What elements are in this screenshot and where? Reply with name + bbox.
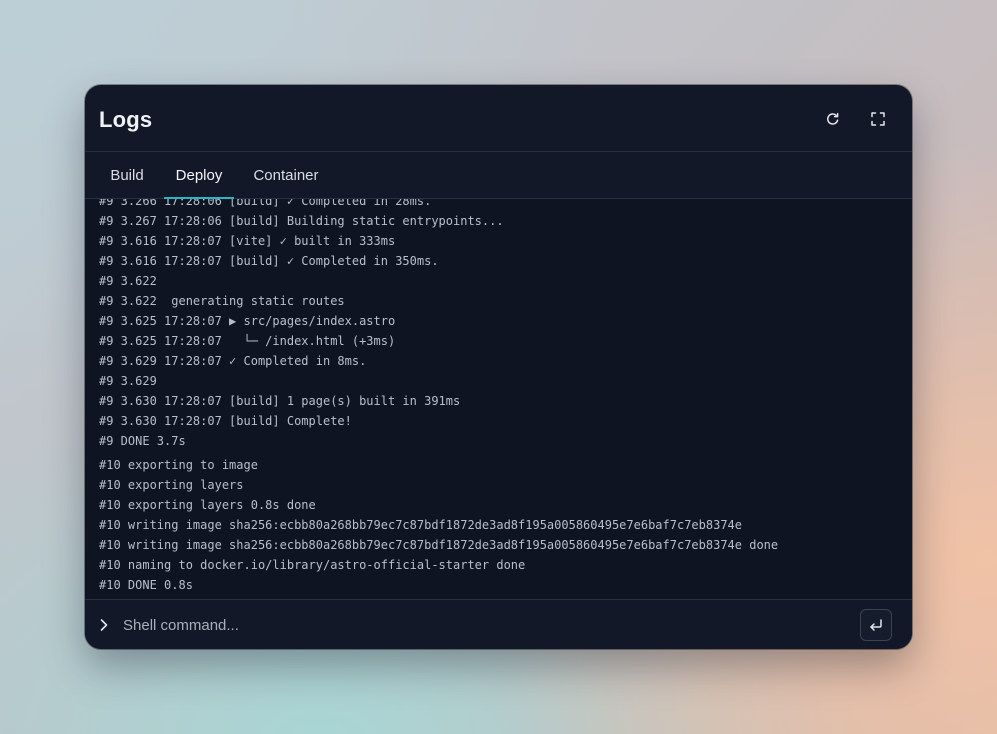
tab-deploy[interactable]: Deploy <box>164 152 234 199</box>
logs-window: Logs Build Deploy Container #9 3.266 17:… <box>85 85 912 649</box>
log-line: #9 3.616 17:28:07 [build] ✓ Completed in… <box>99 254 439 268</box>
log-line: #9 3.625 17:28:07 ▶ src/pages/index.astr… <box>99 314 396 328</box>
log-line: #10 writing image sha256:ecbb80a268bb79e… <box>99 538 779 552</box>
shell-command-input[interactable] <box>123 613 843 637</box>
tab-container[interactable]: Container <box>245 152 327 198</box>
log-line: #10 naming to docker.io/library/astro-of… <box>99 558 526 572</box>
expand-button[interactable] <box>866 107 890 131</box>
tab-build[interactable]: Build <box>102 152 152 198</box>
submit-command-button[interactable] <box>860 609 892 641</box>
log-line: #9 3.629 <box>99 374 157 388</box>
log-line: #9 3.266 17:28:06 [build] ✓ Completed in… <box>99 199 432 208</box>
log-line: #10 writing image sha256:ecbb80a268bb79e… <box>99 518 742 532</box>
tab-bar: Build Deploy Container <box>85 152 912 199</box>
enter-icon <box>870 619 882 631</box>
log-line: #10 exporting layers <box>99 478 244 492</box>
chevron-right-icon <box>100 619 108 631</box>
log-line: #9 DONE 3.7s <box>99 434 186 448</box>
log-line: #9 3.625 17:28:07 └─ /index.html (+3ms) <box>99 334 396 348</box>
title-bar: Logs <box>85 85 912 152</box>
log-line: #9 3.622 <box>99 274 157 288</box>
log-line: #9 3.629 17:28:07 ✓ Completed in 8ms. <box>99 354 367 368</box>
window-title: Logs <box>99 107 153 132</box>
shell-bar <box>85 599 912 649</box>
log-line: #9 3.630 17:28:07 [build] Complete! <box>99 414 352 428</box>
log-line: #9 3.267 17:28:06 [build] Building stati… <box>99 214 504 228</box>
log-line: #10 exporting layers 0.8s done <box>99 498 316 512</box>
refresh-button[interactable] <box>821 107 845 131</box>
log-line: #10 DONE 0.8s <box>99 578 193 592</box>
log-line: #10 exporting to image <box>99 458 258 472</box>
log-output[interactable]: #9 3.266 17:28:06 [build] ✓ Completed in… <box>85 199 912 599</box>
log-line: #9 3.622 generating static routes <box>99 294 345 308</box>
log-line: #9 3.630 17:28:07 [build] 1 page(s) buil… <box>99 394 461 408</box>
expand-icon <box>871 112 885 126</box>
log-line: #9 3.616 17:28:07 [vite] ✓ built in 333m… <box>99 234 396 248</box>
refresh-icon <box>827 112 839 125</box>
